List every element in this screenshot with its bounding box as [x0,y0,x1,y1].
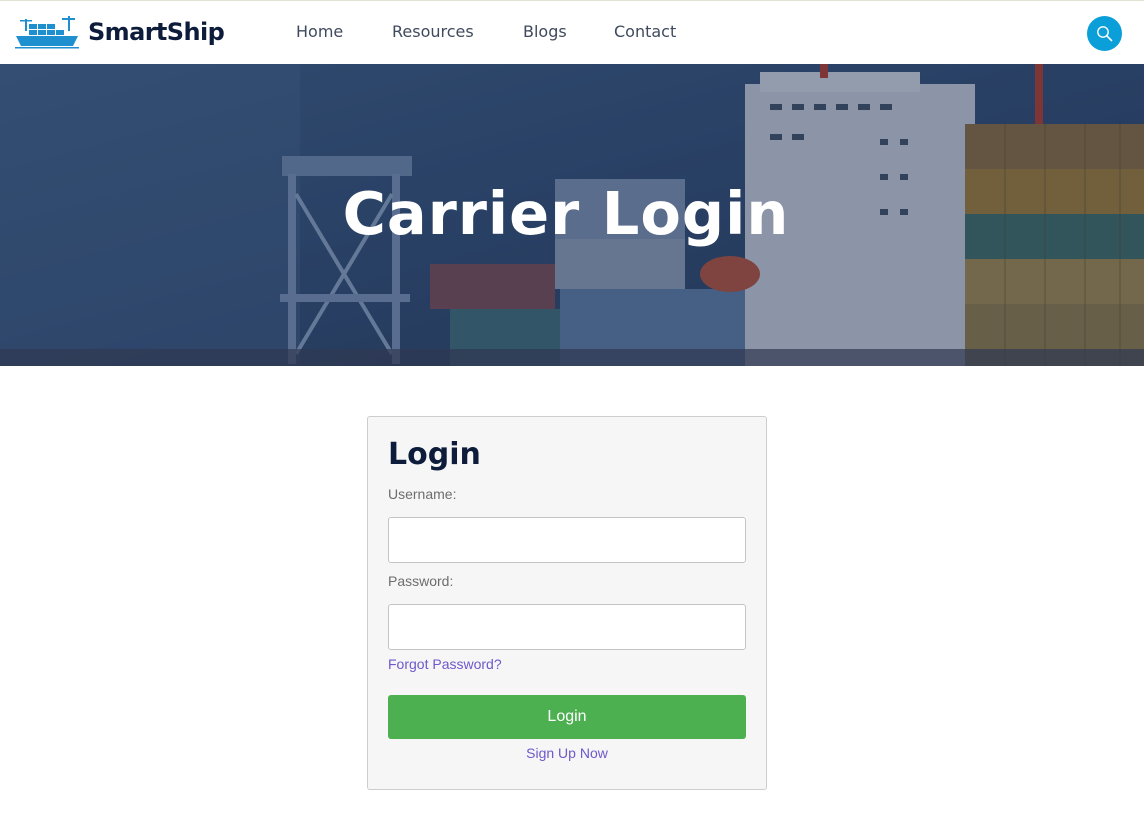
password-input[interactable] [388,604,746,650]
hero-banner: Carrier Login [0,64,1144,366]
forgot-password-link[interactable]: Forgot Password? [388,656,502,672]
username-input[interactable] [388,517,746,563]
nav-contact[interactable]: Contact [614,21,676,43]
brand-name[interactable]: SmartShip [88,16,225,48]
search-icon [1097,26,1113,42]
site-header: SmartShip Home Resources Blogs Contact [0,1,1144,64]
nav-blogs[interactable]: Blogs [523,21,567,43]
login-button[interactable]: Login [388,695,746,739]
nav-resources[interactable]: Resources [392,21,474,43]
username-label: Username: [388,486,457,502]
password-label: Password: [388,573,454,589]
page-title: Carrier Login [342,179,790,248]
search-button[interactable] [1087,16,1122,51]
login-form: Login Username: Password: Forgot Passwor… [367,416,767,790]
nav-home[interactable]: Home [296,21,343,43]
container-ship-icon[interactable] [15,15,79,49]
sign-up-link[interactable]: Sign Up Now [368,745,766,761]
login-heading: Login [388,437,481,472]
